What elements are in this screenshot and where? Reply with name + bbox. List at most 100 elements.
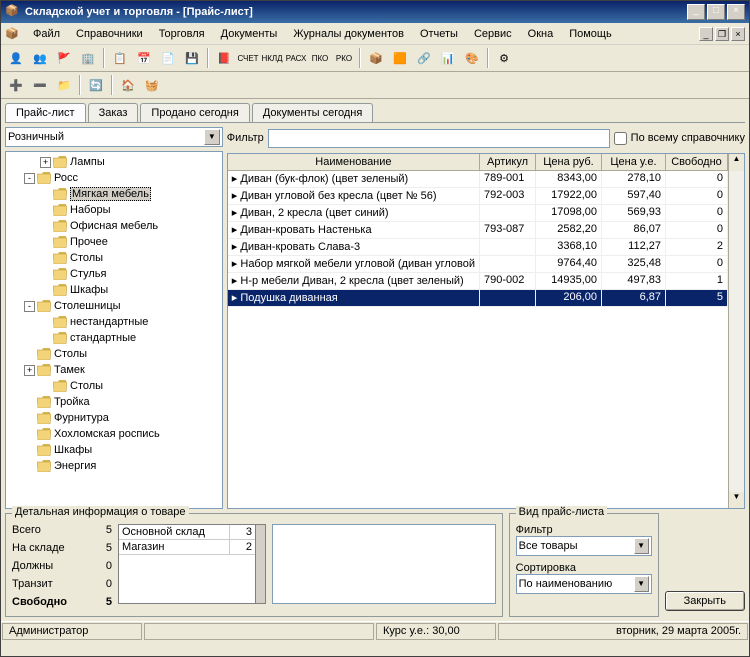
close-price-button[interactable]: Закрыть: [665, 591, 745, 611]
filter-all-checkbox[interactable]: [614, 132, 627, 145]
toolbar-icon[interactable]: 📦: [365, 47, 387, 69]
tree-toggle-icon[interactable]: -: [24, 173, 35, 184]
detail-value: 5: [82, 542, 112, 558]
mdi-minimize-button[interactable]: _: [699, 27, 713, 41]
menu-item[interactable]: Окна: [520, 26, 562, 42]
tree-node[interactable]: Столы: [8, 250, 220, 266]
grid-col-art[interactable]: Артикул: [480, 154, 536, 170]
grid-col-name[interactable]: Наименование: [228, 154, 480, 170]
mdi-close-button[interactable]: ×: [731, 27, 745, 41]
scroll-up-button[interactable]: ▲: [728, 154, 744, 171]
grid-col-price[interactable]: Цена руб.: [536, 154, 602, 170]
toolbar-icon[interactable]: 📅: [133, 47, 155, 69]
tree-node[interactable]: Энергия: [8, 458, 220, 474]
tree-node[interactable]: нестандартные: [8, 314, 220, 330]
tree-toggle-icon[interactable]: +: [40, 157, 51, 168]
tree-node[interactable]: Хохломская роспись: [8, 426, 220, 442]
tab[interactable]: Заказ: [88, 103, 139, 122]
stock-table[interactable]: Основной склад3Магазин2: [118, 524, 266, 604]
tree-toggle-icon[interactable]: +: [24, 365, 35, 376]
category-tree[interactable]: +Лампы-РоссМягкая мебельНаборыОфисная ме…: [5, 151, 223, 509]
toolbar-add-icon[interactable]: ➕: [5, 74, 27, 96]
toolbar-icon[interactable]: 📕: [213, 47, 235, 69]
toolbar-icon[interactable]: 🏢: [77, 47, 99, 69]
minimize-button[interactable]: _: [687, 4, 705, 20]
toolbar-icon[interactable]: 📊: [437, 47, 459, 69]
filter-input[interactable]: [268, 129, 610, 148]
toolbar-icon[interactable]: 🎨: [461, 47, 483, 69]
tree-node[interactable]: Стулья: [8, 266, 220, 282]
tree-node[interactable]: Фурнитура: [8, 410, 220, 426]
stock-row[interactable]: Основной склад3: [119, 525, 255, 540]
toolbar-icon[interactable]: 💾: [181, 47, 203, 69]
tree-node[interactable]: Шкафы: [8, 442, 220, 458]
tab[interactable]: Прайс-лист: [5, 103, 86, 122]
tree-node[interactable]: +Тамек: [8, 362, 220, 378]
menu-item[interactable]: Помощь: [561, 26, 620, 42]
close-button[interactable]: ×: [727, 4, 745, 20]
tree-node[interactable]: Столы: [8, 378, 220, 394]
tree-node[interactable]: стандартные: [8, 330, 220, 346]
tree-node[interactable]: Столы: [8, 346, 220, 362]
table-row[interactable]: ▸ Диван (бук-флок) (цвет зеленый)789-001…: [228, 171, 728, 188]
detail-note-box[interactable]: [272, 524, 496, 604]
table-row[interactable]: ▸ Диван, 2 кресла (цвет синий)17098,0056…: [228, 205, 728, 222]
tree-node[interactable]: -Росс: [8, 170, 220, 186]
toolbar-icon[interactable]: 🚩: [53, 47, 75, 69]
tree-node[interactable]: Тройка: [8, 394, 220, 410]
table-row[interactable]: ▸ Диван угловой без кресла (цвет № 56)79…: [228, 188, 728, 205]
menu-item[interactable]: Сервис: [466, 26, 520, 42]
menu-item[interactable]: Торговля: [151, 26, 213, 42]
tab[interactable]: Документы сегодня: [252, 103, 373, 122]
menu-item[interactable]: Отчеты: [412, 26, 466, 42]
mdi-restore-button[interactable]: ❐: [715, 27, 729, 41]
tree-node[interactable]: Наборы: [8, 202, 220, 218]
toolbar-refresh-icon[interactable]: 🔄: [85, 74, 107, 96]
price-type-combo[interactable]: Розничный ▼: [5, 127, 223, 147]
toolbar-icon[interactable]: 📄: [157, 47, 179, 69]
toolbar-icon[interactable]: РКО: [333, 47, 355, 69]
app-icon: 📦: [5, 4, 21, 20]
grid-col-free[interactable]: Свободно: [666, 154, 728, 170]
table-row[interactable]: ▸ Н-р мебели Диван, 2 кресла (цвет зелен…: [228, 273, 728, 290]
toolbar-home-icon[interactable]: 🏠: [117, 74, 139, 96]
tree-label: Фурнитура: [54, 412, 109, 424]
table-row[interactable]: ▸ Подушка диванная206,006,875: [228, 290, 728, 307]
toolbar-icon[interactable]: СЧЕТ: [237, 47, 259, 69]
toolbar-folder-icon[interactable]: 📁: [53, 74, 75, 96]
sort-combo[interactable]: По наименованию ▼: [516, 574, 652, 594]
filter-sub-combo[interactable]: Все товары ▼: [516, 536, 652, 556]
toolbar-icon[interactable]: 🟧: [389, 47, 411, 69]
tree-node[interactable]: Шкафы: [8, 282, 220, 298]
tree-node[interactable]: Мягкая мебель: [8, 186, 220, 202]
table-row[interactable]: ▸ Диван-кровать Слава-33368,10112,272: [228, 239, 728, 256]
tree-toggle-icon[interactable]: -: [24, 301, 35, 312]
tree-node[interactable]: Прочее: [8, 234, 220, 250]
grid-col-priceu[interactable]: Цена у.е.: [602, 154, 666, 170]
stock-row[interactable]: Магазин2: [119, 540, 255, 555]
menu-item[interactable]: Файл: [25, 26, 68, 42]
toolbar-icon[interactable]: 👤: [5, 47, 27, 69]
menu-item[interactable]: Справочники: [68, 26, 151, 42]
tree-node[interactable]: +Лампы: [8, 154, 220, 170]
toolbar-icon[interactable]: РАСХ: [285, 47, 307, 69]
toolbar-remove-icon[interactable]: ➖: [29, 74, 51, 96]
tree-node[interactable]: -Столешницы: [8, 298, 220, 314]
toolbar-icon[interactable]: ⚙: [493, 47, 515, 69]
toolbar-icon[interactable]: 👥: [29, 47, 51, 69]
tree-node[interactable]: Офисная мебель: [8, 218, 220, 234]
menu-item[interactable]: Документы: [213, 26, 286, 42]
table-row[interactable]: ▸ Набор мягкой мебели угловой (диван угл…: [228, 256, 728, 273]
toolbar-basket-icon[interactable]: 🧺: [141, 74, 163, 96]
toolbar-icon[interactable]: 🔗: [413, 47, 435, 69]
maximize-button[interactable]: □: [707, 4, 725, 20]
table-row[interactable]: ▸ Диван-кровать Настенька793-0872582,208…: [228, 222, 728, 239]
toolbar-icon[interactable]: ПКО: [309, 47, 331, 69]
toolbar-icon[interactable]: 📋: [109, 47, 131, 69]
product-grid[interactable]: Наименование Артикул Цена руб. Цена у.е.…: [227, 153, 745, 509]
menu-item[interactable]: Журналы документов: [285, 26, 412, 42]
scrollbar[interactable]: ▼: [728, 171, 744, 508]
scroll-down-button[interactable]: ▼: [729, 492, 744, 508]
toolbar-icon[interactable]: НКЛД: [261, 47, 283, 69]
tab[interactable]: Продано сегодня: [140, 103, 249, 122]
